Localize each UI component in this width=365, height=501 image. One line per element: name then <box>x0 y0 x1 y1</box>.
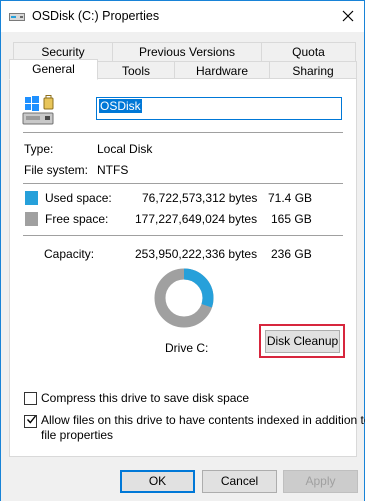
drive-name-input[interactable]: OSDisk <box>96 97 342 120</box>
check-icon <box>26 414 37 428</box>
compress-label[interactable]: Compress this drive to save disk space <box>41 391 249 405</box>
drive-label: Drive C: <box>165 341 209 355</box>
capacity-label: Capacity: <box>44 247 95 261</box>
used-space-bytes: 76,722,573,312 bytes <box>142 191 258 205</box>
type-value: Local Disk <box>97 142 153 156</box>
usage-donut-chart <box>154 268 214 328</box>
free-space-gb: 165 GB <box>271 212 312 226</box>
tab-hardware[interactable]: Hardware <box>174 61 270 79</box>
file-system-value: NTFS <box>97 163 129 177</box>
title-bar[interactable]: OSDisk (C:) Properties <box>1 1 364 32</box>
file-system-label: File system: <box>24 163 89 177</box>
index-checkbox[interactable] <box>24 415 37 428</box>
index-label-line2[interactable]: file properties <box>41 428 113 442</box>
tab-sharing[interactable]: Sharing <box>269 61 357 79</box>
capacity-gb: 236 GB <box>271 247 312 261</box>
used-space-gb: 71.4 GB <box>268 191 313 205</box>
free-space-label: Free space: <box>45 212 109 226</box>
tab-previous-versions[interactable]: Previous Versions <box>112 42 262 62</box>
close-icon[interactable] <box>334 3 362 29</box>
tab-tools[interactable]: Tools <box>97 61 175 79</box>
type-label: Type: <box>24 142 54 156</box>
index-label-line1[interactable]: Allow files on this drive to have conten… <box>41 413 365 427</box>
drive-icon <box>9 10 25 22</box>
free-space-bytes: 177,227,649,024 bytes <box>135 212 258 226</box>
tab-general[interactable]: General <box>9 59 98 80</box>
compress-checkbox[interactable] <box>24 392 37 405</box>
used-space-swatch <box>25 191 38 205</box>
used-space-label: Used space: <box>45 191 112 205</box>
windows-drive-icon <box>22 95 56 127</box>
window-title: OSDisk (C:) Properties <box>32 9 160 23</box>
free-space-swatch <box>25 212 38 226</box>
divider <box>23 183 343 184</box>
properties-window: OSDisk (C:) Properties Security Previous… <box>0 0 365 501</box>
cancel-button[interactable]: Cancel <box>202 470 277 493</box>
capacity-bytes: 253,950,222,336 bytes <box>135 247 258 261</box>
divider <box>23 132 343 133</box>
drive-name-text: OSDisk <box>99 99 142 113</box>
disk-cleanup-highlight <box>259 324 345 358</box>
apply-button[interactable]: Apply <box>283 470 358 493</box>
ok-button[interactable]: OK <box>120 470 195 493</box>
tab-quota[interactable]: Quota <box>261 42 356 62</box>
divider <box>23 235 343 236</box>
